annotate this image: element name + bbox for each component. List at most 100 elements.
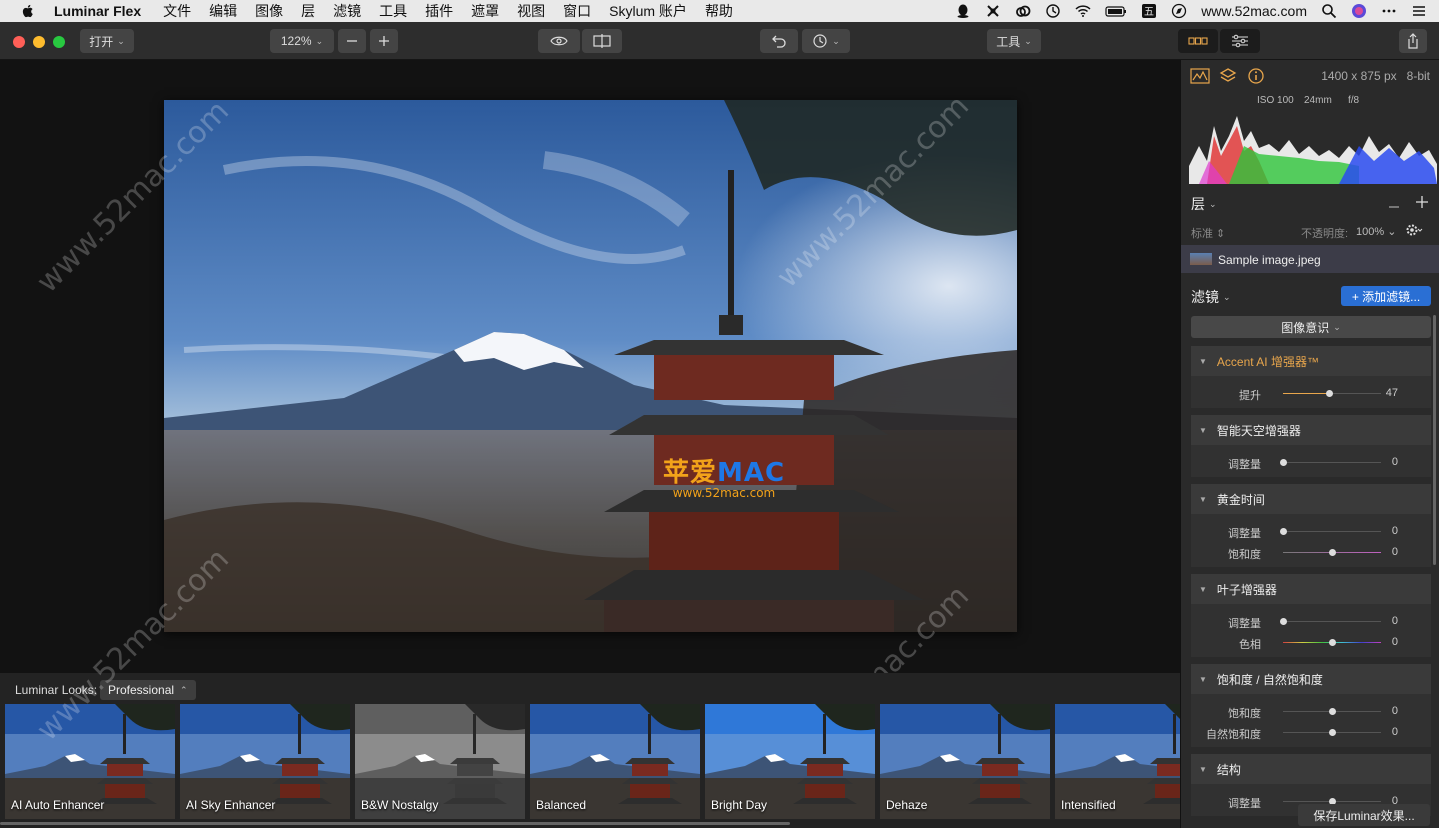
filter-header[interactable]: ▼ 黄金时间 [1191,484,1431,514]
look-thumbnail[interactable]: AI Sky Enhancer [180,704,350,819]
open-button[interactable]: 打开 ⌄ [80,29,134,53]
more-icon[interactable] [1381,3,1397,19]
close-window-button[interactable] [13,36,25,48]
eye-icon [550,36,568,46]
slider-knob[interactable] [1329,708,1336,715]
time-machine-icon[interactable] [1045,3,1061,19]
look-thumbnail[interactable]: Dehaze [880,704,1050,819]
slider-label: 自然饱和度 [1206,729,1261,741]
filter-header[interactable]: ▼ 饱和度 / 自然饱和度 [1191,664,1431,694]
slider-knob[interactable] [1280,618,1287,625]
panel-scrollbar[interactable] [1433,315,1436,565]
menu-view[interactable]: 视图 [508,1,554,21]
wifi-icon[interactable] [1075,3,1091,19]
filter-slider[interactable]: 调整量 0 [1191,611,1431,632]
add-layer-icon[interactable] [1415,195,1429,209]
look-name: B&W Nostalgy [361,798,439,812]
slider-track[interactable] [1283,462,1381,463]
filter-slider[interactable]: 饱和度 0 [1191,701,1431,722]
info-icon[interactable] [1247,67,1265,85]
slider-knob[interactable] [1329,639,1336,646]
menu-edit[interactable]: 编辑 [200,1,246,21]
undo-button[interactable] [760,29,798,53]
menu-help[interactable]: 帮助 [696,1,742,21]
opacity-select[interactable]: 100% ⌄ [1356,225,1396,238]
layers-header[interactable]: 层 ⌄ [1191,194,1217,214]
filters-header[interactable]: 滤镜 ⌄ [1191,287,1231,307]
filter-slider[interactable]: 提升 47 [1191,383,1431,404]
qq-icon[interactable] [955,3,971,19]
look-thumbnail[interactable]: Bright Day [705,704,875,819]
filter-slider[interactable]: 自然饱和度 0 [1191,722,1431,743]
share-button[interactable] [1399,29,1427,53]
layers-icon[interactable] [1219,67,1237,85]
preview-button[interactable] [538,29,580,53]
menu-tools[interactable]: 工具 [370,1,416,21]
menu-window[interactable]: 窗口 [554,1,600,21]
look-name: Dehaze [886,798,928,812]
menu-filter[interactable]: 滤镜 [324,1,370,21]
slider-value: 0 [1391,525,1398,537]
input-method-icon[interactable]: 五 [1141,3,1157,19]
menu-skylum-account[interactable]: Skylum 账户 [600,1,696,21]
watermark-url: www.52mac.com [672,486,776,500]
menu-file[interactable]: 文件 [154,1,200,21]
chevron-up-icon: ⌃ [180,684,188,695]
add-filter-button[interactable]: + 添加滤镜... [1341,286,1431,306]
zoom-out-button[interactable] [338,29,366,53]
zoom-select[interactable]: 122% ⌄ [270,29,334,53]
slider-label: 调整量 [1228,618,1261,630]
slider-value: 0 [1391,636,1398,648]
zoom-window-button[interactable] [53,36,65,48]
history-button[interactable]: ⌄ [802,29,850,53]
gear-icon[interactable] [1405,223,1423,237]
collapse-triangle-icon: ▼ [1199,674,1207,684]
apple-menu-icon[interactable] [20,3,36,19]
filter-header[interactable]: ▼ 智能天空增强器 [1191,415,1431,445]
slider-track[interactable] [1283,621,1381,622]
filter-header[interactable]: ▼ 结构 [1191,754,1431,784]
filter-slider[interactable]: 调整量 0 [1191,521,1431,542]
battery-icon[interactable] [1105,3,1127,19]
slider-track[interactable] [1283,531,1381,532]
look-thumbnail[interactable]: B&W Nostalgy [355,704,525,819]
save-luminar-look-button[interactable]: 保存Luminar效果... [1298,804,1430,826]
remove-layer-icon[interactable] [1388,201,1400,213]
menu-mask[interactable]: 遮罩 [462,1,508,21]
tools-button[interactable]: 工具 ⌄ [987,29,1041,53]
looks-panel-toggle[interactable] [1178,29,1218,53]
menu-image[interactable]: 图像 [246,1,292,21]
creative-cloud-icon[interactable] [1015,3,1031,19]
zoom-in-button[interactable] [370,29,398,53]
menu-app-name[interactable]: Luminar Flex [54,3,154,19]
clock-icon [813,34,827,48]
filter-header[interactable]: ▼ Accent AI 增强器™ [1191,346,1431,376]
compass-icon[interactable] [1171,3,1187,19]
menu-plugins[interactable]: 插件 [416,1,462,21]
compare-button[interactable] [582,29,622,53]
slider-knob[interactable] [1329,549,1336,556]
slider-knob[interactable] [1280,528,1287,535]
tool-icon[interactable] [985,3,1001,19]
slider-label: 提升 [1239,390,1261,402]
filter-slider[interactable]: 调整量 0 [1191,452,1431,473]
spotlight-search-icon[interactable] [1321,3,1337,19]
slider-knob[interactable] [1326,390,1334,397]
slider-knob[interactable] [1329,729,1336,736]
chevron-down-icon: ⌄ [117,35,125,46]
histogram-icon[interactable] [1190,68,1210,84]
layer-item[interactable]: Sample image.jpeg [1181,245,1439,273]
notification-center-icon[interactable] [1411,3,1427,19]
look-thumbnail[interactable]: Balanced [530,704,700,819]
filter-header[interactable]: ▼ 叶子增强器 [1191,574,1431,604]
filter-slider[interactable]: 饱和度 0 [1191,542,1431,563]
image-aware-button[interactable]: 图像意识 ⌄ [1191,316,1431,338]
minimize-window-button[interactable] [33,36,45,48]
menu-layer[interactable]: 层 [292,1,324,21]
slider-knob[interactable] [1280,459,1287,466]
adjust-panel-toggle[interactable] [1220,29,1260,53]
looks-scrollbar[interactable] [0,822,790,825]
filter-slider[interactable]: 色相 0 [1191,632,1431,653]
siri-icon[interactable] [1351,3,1367,19]
blend-mode-select[interactable]: 标准 ⇕ [1191,225,1225,241]
